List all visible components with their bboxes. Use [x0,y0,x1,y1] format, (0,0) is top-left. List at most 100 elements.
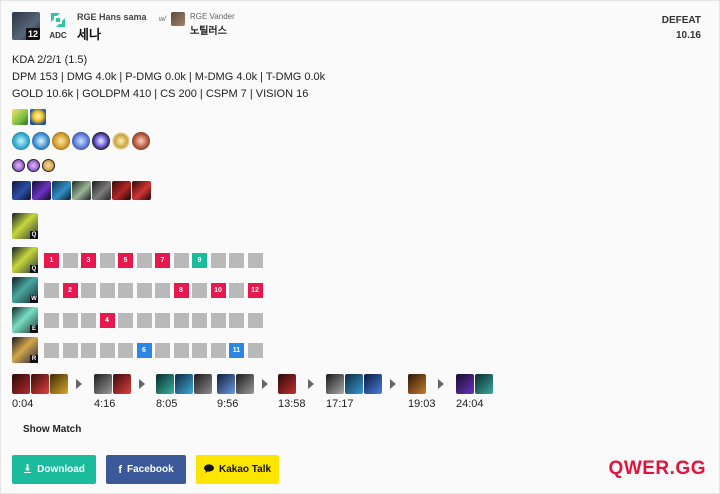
build-item-icon [217,374,235,394]
skill-level-cell: 2 [62,282,78,298]
player-name: RGE Hans sama [77,12,147,22]
item-1-icon [12,181,31,200]
damage-line: DPM 153 | DMG 4.0k | P-DMG 0.0k | M-DMG … [12,71,326,83]
shard-1-icon [12,159,25,172]
rune-4-icon [72,132,90,150]
download-button[interactable]: Download [12,455,96,484]
skill-level-cell [247,312,263,328]
skill-q-icon: Q [12,247,38,273]
skill-level-cell [81,282,96,298]
skill-level-cell [44,312,59,328]
skill-r-icon: R [12,337,38,363]
skill-level-cell [192,312,207,328]
skill-row-w: W 2 8 10 12 [12,277,266,303]
build-time: 9:56 [217,398,239,410]
kakao-label: Kakao Talk [218,464,272,475]
build-time: 0:04 [12,398,34,410]
skill-e-icon: E [12,307,38,333]
skill-level-cell [192,342,207,358]
item-4-icon [72,181,91,200]
skill-level-cell [229,282,244,298]
arrow-right-icon [438,379,444,389]
skill-key-label: E [30,325,38,333]
skill-level-cell: 1 [44,252,59,268]
skill-row-r: R 6 11 [12,337,266,363]
skill-level-cell: 8 [173,282,189,298]
arrow-right-icon [262,379,268,389]
skill-level-cell: 6 [136,342,152,358]
build-item-icon [475,374,493,394]
skill-level-cell [62,312,78,328]
skill-key-label: W [30,295,38,303]
skill-level-cell: 5 [118,252,133,268]
skill-level-cell [247,252,263,268]
facebook-icon: f [118,463,122,476]
skill-level-cell [136,282,152,298]
first-skill: Q [12,213,44,239]
skill-level-cell [44,282,59,298]
build-item-icon [156,374,174,394]
build-time: 24:04 [456,398,484,410]
build-time: 8:05 [156,398,178,410]
skill-cells-e: 4 [44,312,266,328]
arrow-right-icon [139,379,145,389]
rune-6-icon [112,132,130,150]
items-row [12,181,151,200]
build-item-icon [194,374,212,394]
runes-row [12,132,150,150]
skill-level-cell [118,312,133,328]
skill-level-cell [62,252,78,268]
champion-level: 12 [25,28,40,40]
kakao-share-button[interactable]: Kakao Talk [196,455,279,484]
build-time: 13:58 [278,398,306,410]
brand-logo: QWER.GG [608,458,706,479]
build-item-icon [236,374,254,394]
skill-level-cell [136,252,152,268]
flash-spell-icon [30,109,46,125]
skill-level-cell [118,342,133,358]
item-5-icon [92,181,111,200]
rune-2-icon [32,132,50,150]
build-item-icon [50,374,68,394]
download-label: Download [37,464,85,475]
shard-2-icon [27,159,40,172]
shard-3-icon [42,159,55,172]
facebook-label: Facebook [126,464,174,475]
facebook-share-button[interactable]: f Facebook [106,455,186,484]
economy-line: GOLD 10.6k | GOLDPM 410 | CS 200 | CSPM … [12,88,309,100]
match-card: 12 ADC RGE Hans sama 세나 w/ RGE Vander 노틸… [0,0,720,494]
build-item-icon [12,374,30,394]
partner-name: RGE Vander [190,12,235,21]
build-time: 17:17 [326,398,354,410]
skill-level-cell [247,342,263,358]
skill-level-cell [173,252,189,268]
skill-level-cell [99,252,115,268]
skill-row-e: E 4 [12,307,266,333]
skill-level-cell [99,282,115,298]
skill-level-cell [118,282,133,298]
skill-level-cell: 9 [192,252,207,268]
build-item-icon [94,374,112,394]
rune-1-icon [12,132,30,150]
show-match-link[interactable]: Show Match [23,424,81,435]
skill-key-label: R [30,355,38,363]
skill-cells-w: 2 8 10 12 [44,282,266,298]
build-item-icon [326,374,344,394]
stats-block: KDA 2/2/1 (1.5) DPM 153 | DMG 4.0k | P-D… [12,52,325,103]
skill-level-cell [229,312,244,328]
skill-level-cell [229,252,244,268]
skill-level-cell: 3 [81,252,96,268]
download-icon [23,463,32,476]
summoner-spells [12,109,46,125]
adc-role-icon [49,11,67,29]
skill-level-cell [210,312,226,328]
rune-7-icon [132,132,150,150]
build-time: 19:03 [408,398,436,410]
item-6-icon [112,181,131,200]
build-item-icon [113,374,131,394]
skill-level-cell [173,342,189,358]
skill-level-cell [62,342,78,358]
skill-level-cell: 10 [210,282,226,298]
skill-level-cell [155,342,170,358]
skill-level-cell [99,342,115,358]
